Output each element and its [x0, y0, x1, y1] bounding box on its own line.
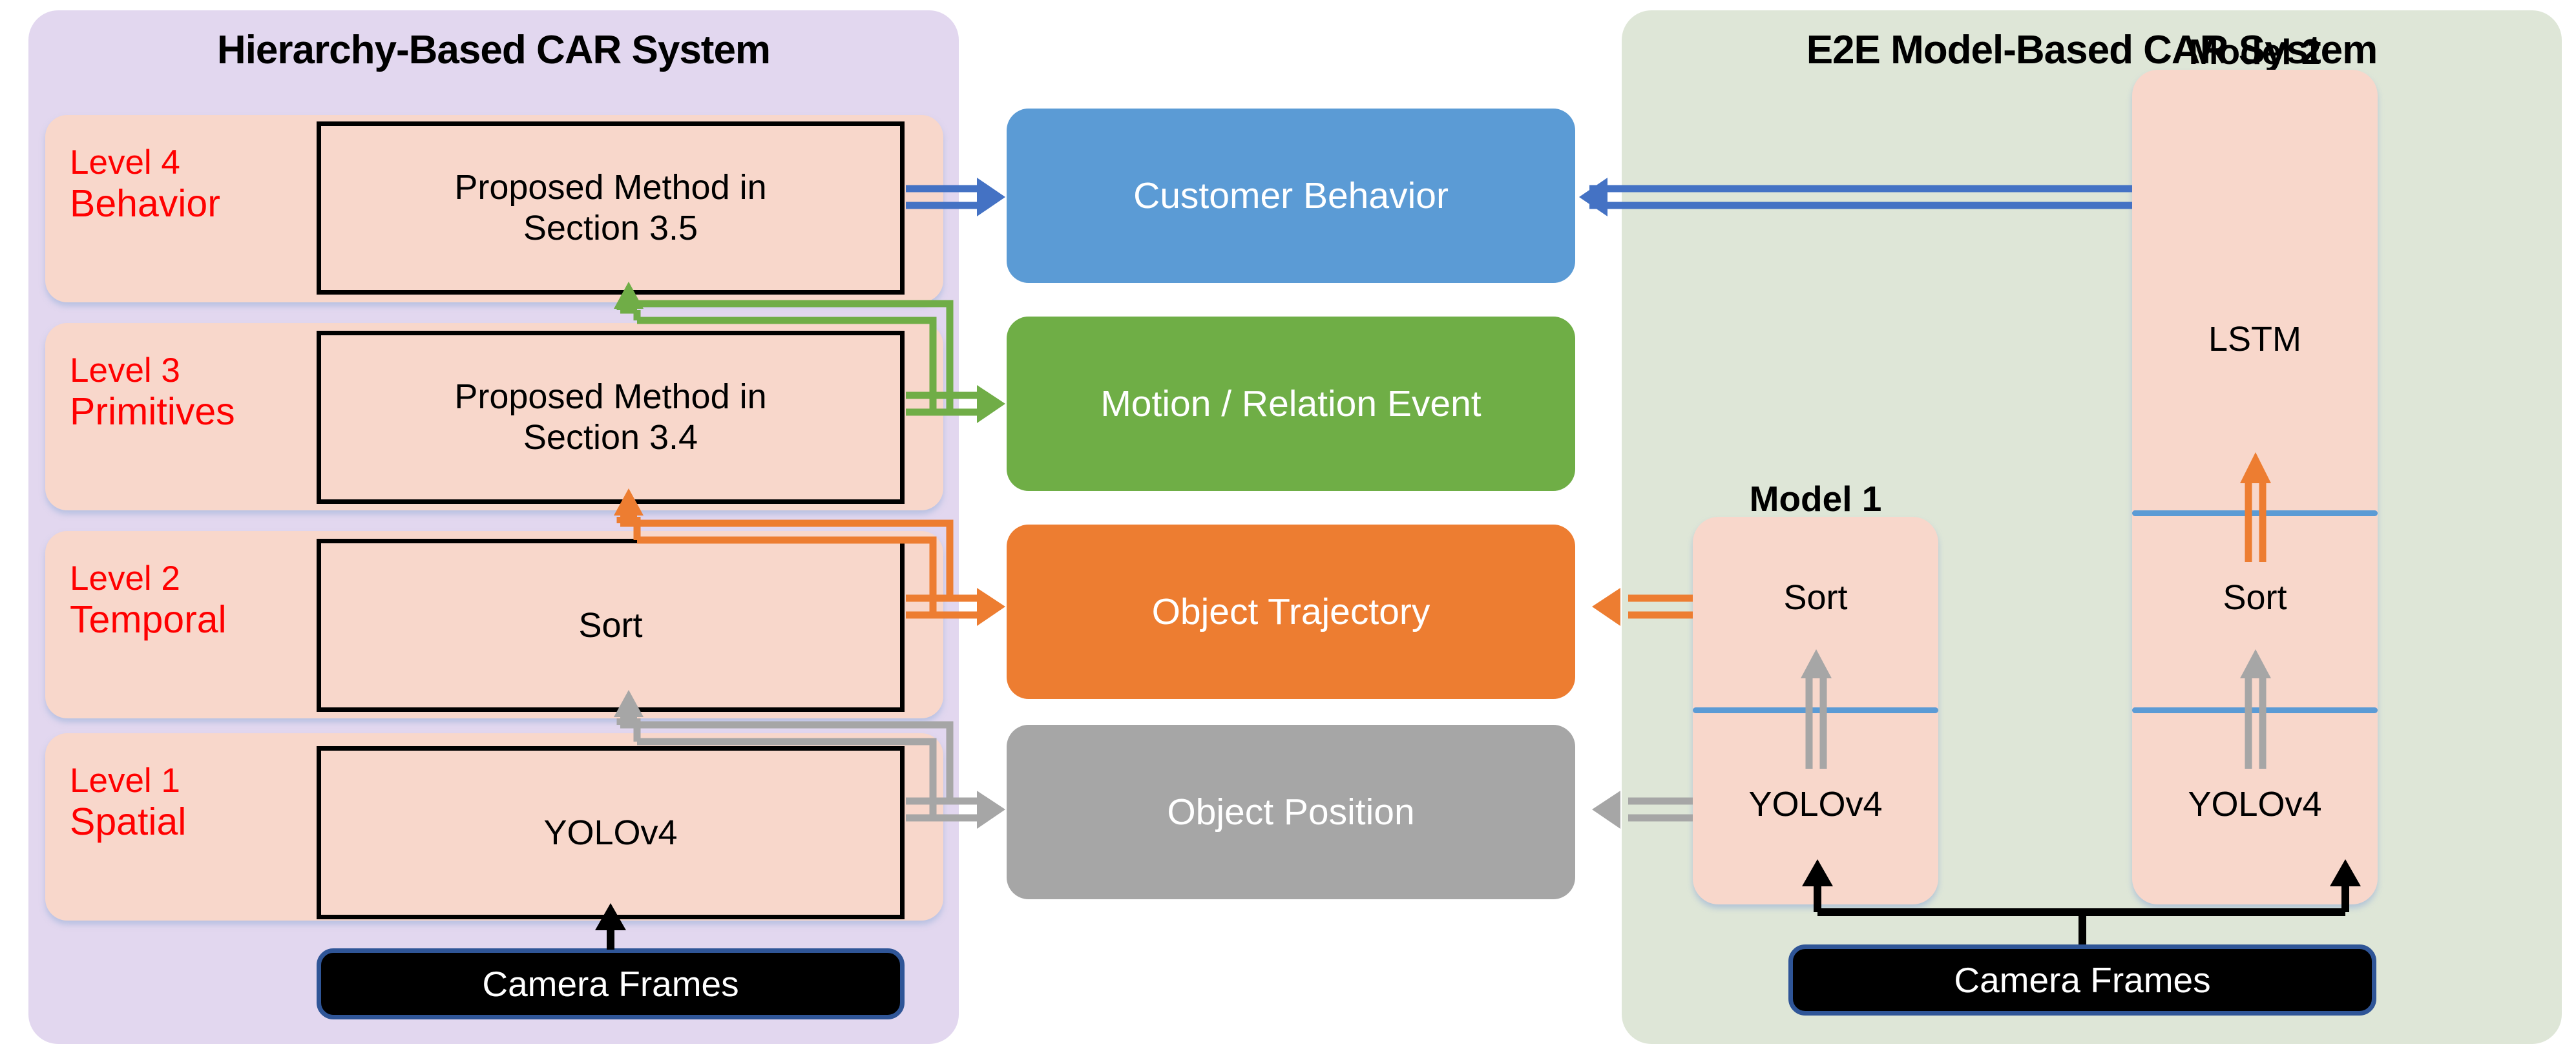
level-4-name: Behavior	[70, 182, 220, 225]
level-3-method-box[interactable]: Proposed Method in Section 3.4	[317, 331, 905, 504]
level-1-method-text: YOLOv4	[543, 813, 678, 852]
model-2-separator-bottom	[2132, 707, 2378, 713]
model-2-title: Model 2	[2188, 32, 2321, 72]
model-1-title: Model 1	[1749, 479, 1882, 519]
model-1-cell-yolov4[interactable]: YOLOv4	[1693, 775, 1938, 833]
output-motion-relation-event-label: Motion / Relation Event	[1100, 383, 1482, 424]
level-2-method-box[interactable]: Sort	[317, 539, 905, 712]
level-2-label: Level 2 Temporal	[70, 559, 227, 642]
level-4-label: Level 4 Behavior	[70, 143, 220, 226]
camera-frames-right[interactable]: Camera Frames	[1788, 944, 2376, 1016]
level-3-method-text: Proposed Method in Section 3.4	[454, 377, 767, 457]
level-3-number: Level 3	[70, 351, 180, 390]
output-motion-relation-event[interactable]: Motion / Relation Event	[1007, 317, 1575, 491]
output-object-position[interactable]: Object Position	[1007, 725, 1575, 899]
level-4-method-text: Proposed Method in Section 3.5	[454, 168, 767, 247]
model-2-separator-top	[2132, 510, 2378, 516]
output-customer-behavior-label: Customer Behavior	[1133, 175, 1449, 216]
level-4-number: Level 4	[70, 143, 180, 182]
output-object-trajectory-label: Object Trajectory	[1151, 591, 1430, 632]
model-1-separator	[1693, 707, 1938, 713]
level-4-method-box[interactable]: Proposed Method in Section 3.5	[317, 121, 905, 295]
level-2-method-text: Sort	[578, 605, 643, 645]
level-2-name: Temporal	[70, 598, 227, 641]
output-object-position-label: Object Position	[1167, 791, 1415, 833]
output-customer-behavior[interactable]: Customer Behavior	[1007, 109, 1575, 283]
level-1-number: Level 1	[70, 762, 180, 800]
model-1-cell-sort[interactable]: Sort	[1693, 568, 1938, 627]
level-1-label: Level 1 Spatial	[70, 762, 186, 844]
level-3-name: Primitives	[70, 390, 235, 433]
level-1-method-box[interactable]: YOLOv4	[317, 746, 905, 919]
level-3-label: Level 3 Primitives	[70, 351, 235, 434]
hierarchy-panel-title: Hierarchy-Based CAR System	[216, 28, 771, 72]
model-2-cell-sort[interactable]: Sort	[2132, 568, 2378, 627]
camera-frames-left[interactable]: Camera Frames	[317, 948, 905, 1019]
camera-frames-left-label: Camera Frames	[482, 964, 739, 1004]
model-2-cell-yolov4[interactable]: YOLOv4	[2132, 775, 2378, 833]
level-2-number: Level 2	[70, 559, 180, 598]
camera-frames-right-label: Camera Frames	[1954, 960, 2211, 1000]
output-object-trajectory[interactable]: Object Trajectory	[1007, 525, 1575, 699]
level-1-name: Spatial	[70, 800, 187, 844]
e2e-panel-title: E2E Model-Based CAR System	[1806, 28, 2378, 72]
model-2-cell-lstm[interactable]: LSTM	[2132, 310, 2378, 368]
